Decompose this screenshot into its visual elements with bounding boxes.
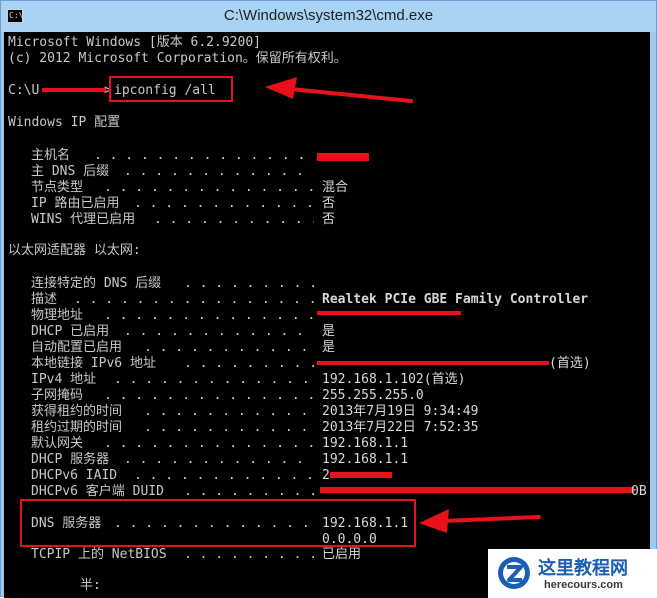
- watermark-url: herecours.com: [544, 579, 623, 591]
- dot-leader: . . . . . . . . . . . . . . . . . . . . …: [94, 148, 314, 163]
- lease-obtained-value: 2013年7月19日 9:34:49: [322, 404, 479, 419]
- row-label: 租约过期的时间: [31, 420, 123, 435]
- trailing-label: 半:: [80, 578, 101, 593]
- command-highlight-box: [109, 76, 233, 102]
- title-bar[interactable]: C:\ C:\Windows\system32\cmd.exe: [1, 1, 656, 32]
- dot-leader: . . . . . . . . . . . . . . . . . . . . …: [74, 292, 314, 307]
- window-title: C:\Windows\system32\cmd.exe: [223, 7, 434, 24]
- ipv4-address-value: 192.168.1.102(首选): [322, 372, 466, 387]
- row-label: 连接特定的 DNS 后缀: [31, 276, 162, 291]
- row-label: 主机名: [31, 148, 71, 163]
- row-label: DHCP 已启用: [31, 324, 110, 339]
- redacted-ipv6-address: [317, 361, 549, 365]
- row-label: 子网掩码: [31, 388, 84, 403]
- dot-leader: . . . . . . . . . . . . . . . . . . . . …: [114, 516, 310, 531]
- arrow-left-icon: [265, 77, 413, 103]
- dot-leader: . . . . . . . . . . . . . . . . . . . . …: [144, 420, 309, 435]
- row-label: 物理地址: [31, 308, 84, 323]
- redacted-hostname: [317, 153, 369, 161]
- dot-leader: . . . . . . . . . . . . . . . . . . . . …: [184, 356, 314, 371]
- row-label: DHCPv6 IAID: [31, 468, 118, 483]
- site-logo-icon: [498, 557, 530, 589]
- dot-leader: . . . . . . . . . . . . . . . . . . . . …: [114, 372, 310, 387]
- redacted-username: [42, 88, 106, 92]
- dot-leader: . . . . . . . . . . . . . . . . . . . . …: [104, 388, 314, 403]
- watermark-title: 这里教程网: [538, 558, 628, 578]
- row-label: 默认网关: [31, 436, 84, 451]
- lease-expires-value: 2013年7月22日 7:52:35: [322, 420, 479, 435]
- dns-server-primary: 192.168.1.1: [322, 516, 409, 531]
- netbios-label: TCPIP 上的 NetBIOS: [31, 547, 167, 562]
- subnet-mask-value: 255.255.255.0: [322, 388, 424, 403]
- row-label: IP 路由已启用: [31, 196, 120, 211]
- dot-leader: . . . . . . . . . . . . . . . . . . . . …: [184, 484, 314, 499]
- default-gateway-value: 192.168.1.1: [322, 436, 409, 451]
- site-watermark: 这里教程网 herecours.com: [488, 549, 657, 598]
- row-label: 获得租约的时间: [31, 404, 123, 419]
- dot-leader: . . . . . . . . . . . . . . . . . . . . …: [134, 468, 314, 483]
- dot-leader: . . . . . . . . . . . . . . . . . . . . …: [124, 164, 314, 179]
- row-label: 本地链接 IPv6 地址: [31, 356, 156, 371]
- dot-leader: . . . . . . . . . . . . . . . . . . . . …: [144, 340, 309, 355]
- prompt-prefix: C:\U: [8, 83, 40, 98]
- dot-leader: . . . . . . . . . . . . . . . . . . . . …: [124, 452, 314, 467]
- redacted-iaid: [330, 472, 392, 478]
- duid-tail-value: 0B: [631, 484, 647, 499]
- ip-routing-value: 否: [322, 196, 336, 211]
- row-label: DHCPv6 客户端 DUID: [31, 484, 164, 499]
- node-type-value: 混合: [322, 180, 349, 195]
- dot-leader: . . . . . . . . . . . . . . . . . . . . …: [144, 404, 309, 419]
- dhcpv6-iaid-value: 2: [322, 468, 330, 483]
- ipv6-preferred-value: (首选): [549, 356, 591, 371]
- dot-leader: . . . . . . . . . . . . . . . . . . . . …: [154, 212, 314, 227]
- row-label: 主 DNS 后缀: [31, 164, 110, 179]
- row-label: DHCP 服务器: [31, 452, 110, 467]
- row-label: 节点类型: [31, 180, 84, 195]
- dhcp-server-value: 192.168.1.1: [322, 452, 409, 467]
- dot-leader: . . . . . . . . . . . . . . . . . . . . …: [104, 436, 314, 451]
- wins-proxy-value: 否: [322, 212, 336, 227]
- redacted-duid: [320, 487, 634, 493]
- dot-leader: . . . . . . . . . . . . . . . . . . . . …: [124, 324, 314, 339]
- redacted-mac-address: [317, 311, 461, 315]
- dns-server-secondary: 0.0.0.0: [322, 532, 377, 547]
- row-label: WINS 代理已启用: [31, 212, 136, 227]
- dot-leader: . . . . . . . . . . . . . . . . . . . . …: [134, 196, 314, 211]
- row-label: IPv4 地址: [31, 372, 97, 387]
- windows-ip-heading: Windows IP 配置: [8, 115, 121, 130]
- dot-leader: . . . . . . . . . . . . . . . . . . . . …: [104, 308, 314, 323]
- row-label: 描述: [31, 292, 58, 307]
- autoconfig-value: 是: [322, 340, 336, 355]
- cmd-window: C:\ C:\Windows\system32\cmd.exe Microsof…: [0, 0, 657, 598]
- ethernet-heading: 以太网适配器 以太网:: [8, 243, 141, 258]
- row-label: 自动配置已启用: [31, 340, 123, 355]
- dot-leader: . . . . . . . . . . . . . . . . . . . . …: [104, 180, 314, 195]
- console-output[interactable]: Microsoft Windows [版本 6.2.9200] (c) 2012…: [4, 32, 651, 598]
- version-line: Microsoft Windows [版本 6.2.9200]: [8, 35, 261, 50]
- vertical-scrollbar[interactable]: [650, 32, 656, 598]
- dot-leader: . . . . . . . . . . . . . . . . . . . . …: [184, 276, 314, 291]
- copyright-line: (c) 2012 Microsoft Corporation。保留所有权利。: [8, 51, 347, 66]
- dns-server-label: DNS 服务器: [31, 516, 102, 531]
- arrow-left-icon: [419, 509, 541, 533]
- dot-leader: . . . . . . . . . . . . . . . . . . . . …: [184, 547, 314, 562]
- dhcp-enabled-value: 是: [322, 324, 336, 339]
- netbios-value: 已启用: [322, 547, 362, 562]
- adapter-description-value: Realtek PCIe GBE Family Controller: [322, 292, 589, 307]
